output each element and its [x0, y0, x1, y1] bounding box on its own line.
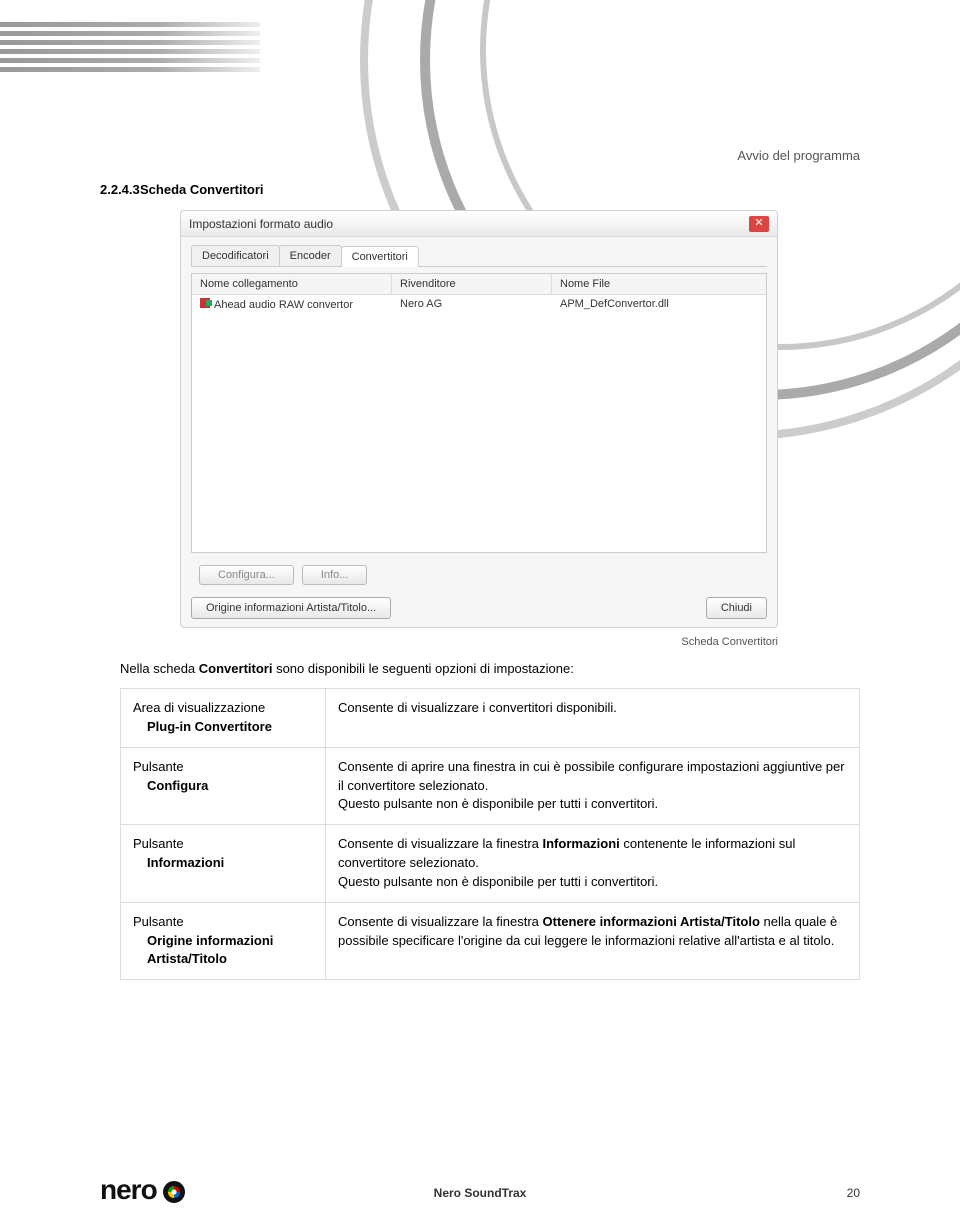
row2-desc-1: Consente di aprire una finestra in cui è…	[338, 758, 847, 796]
dialog-titlebar: Impostazioni formato audio ✕	[181, 211, 777, 237]
row2-left-sub: Configura	[133, 777, 313, 796]
table-row: Pulsante Origine informazioni Artista/Ti…	[121, 902, 860, 980]
chiudi-button[interactable]: Chiudi	[706, 597, 767, 619]
row4-left-sub: Origine informazioni Artista/Titolo	[133, 932, 313, 970]
intro-text-c: sono disponibili le seguenti opzioni di …	[272, 661, 573, 676]
section-heading: Scheda Convertitori	[140, 182, 264, 197]
figure-caption: Scheda Convertitori	[681, 636, 778, 648]
configura-button[interactable]: Configura...	[199, 565, 294, 585]
header-decoration-lines	[0, 22, 260, 72]
col-rivenditore[interactable]: Rivenditore	[392, 274, 552, 294]
table-row: Pulsante Configura Consente di aprire un…	[121, 747, 860, 825]
row3-desc-1: Consente di visualizzare la finestra Inf…	[338, 835, 847, 873]
tab-decodificatori[interactable]: Decodificatori	[191, 245, 280, 266]
list-header: Nome collegamento Rivenditore Nome File	[192, 274, 766, 295]
row2-left-top: Pulsante	[133, 759, 184, 774]
tab-encoder[interactable]: Encoder	[279, 245, 342, 266]
row3-left-top: Pulsante	[133, 836, 184, 851]
intro-text-bold: Convertitori	[199, 661, 273, 676]
col-nome-collegamento[interactable]: Nome collegamento	[192, 274, 392, 294]
dialog-title: Impostazioni formato audio	[189, 217, 749, 231]
row4-left-top: Pulsante	[133, 914, 184, 929]
running-header: Avvio del programma	[737, 148, 860, 163]
row4-desc: Consente di visualizzare la finestra Ott…	[338, 913, 847, 951]
origine-informazioni-button[interactable]: Origine informazioni Artista/Titolo...	[191, 597, 391, 619]
tab-convertitori[interactable]: Convertitori	[341, 246, 419, 267]
info-button[interactable]: Info...	[302, 565, 368, 585]
table-row: Pulsante Informazioni Consente di visual…	[121, 825, 860, 903]
row1-desc: Consente di visualizzare i convertitori …	[326, 689, 860, 748]
row-vendor: Nero AG	[392, 295, 552, 314]
section-number: 2.2.4.3	[100, 182, 140, 197]
options-table: Area di visualizzazione Plug-in Converti…	[120, 688, 860, 980]
dialog-screenshot: Impostazioni formato audio ✕ Decodificat…	[180, 210, 778, 628]
row-name: Ahead audio RAW convertor	[214, 299, 353, 311]
intro-text-a: Nella scheda	[120, 661, 199, 676]
row1-left-top: Area di visualizzazione	[133, 700, 265, 715]
converter-list: Nome collegamento Rivenditore Nome File …	[191, 273, 767, 553]
intro-paragraph: Nella scheda Convertitori sono disponibi…	[120, 660, 860, 678]
row3-left-sub: Informazioni	[133, 854, 313, 873]
footer-product: Nero SoundTrax	[0, 1186, 960, 1200]
list-item[interactable]: Ahead audio RAW convertor Nero AG APM_De…	[192, 295, 766, 314]
row3-desc-2: Questo pulsante non è disponibile per tu…	[338, 873, 847, 892]
row1-left-sub: Plug-in Convertitore	[133, 718, 313, 737]
close-icon[interactable]: ✕	[749, 216, 769, 232]
converter-icon	[200, 298, 210, 308]
col-nome-file[interactable]: Nome File	[552, 274, 766, 294]
row-file: APM_DefConvertor.dll	[552, 295, 766, 314]
footer-page-number: 20	[847, 1186, 860, 1200]
table-row: Area di visualizzazione Plug-in Converti…	[121, 689, 860, 748]
row2-desc-2: Questo pulsante non è disponibile per tu…	[338, 795, 847, 814]
dialog-tabs: Decodificatori Encoder Convertitori	[191, 245, 767, 267]
